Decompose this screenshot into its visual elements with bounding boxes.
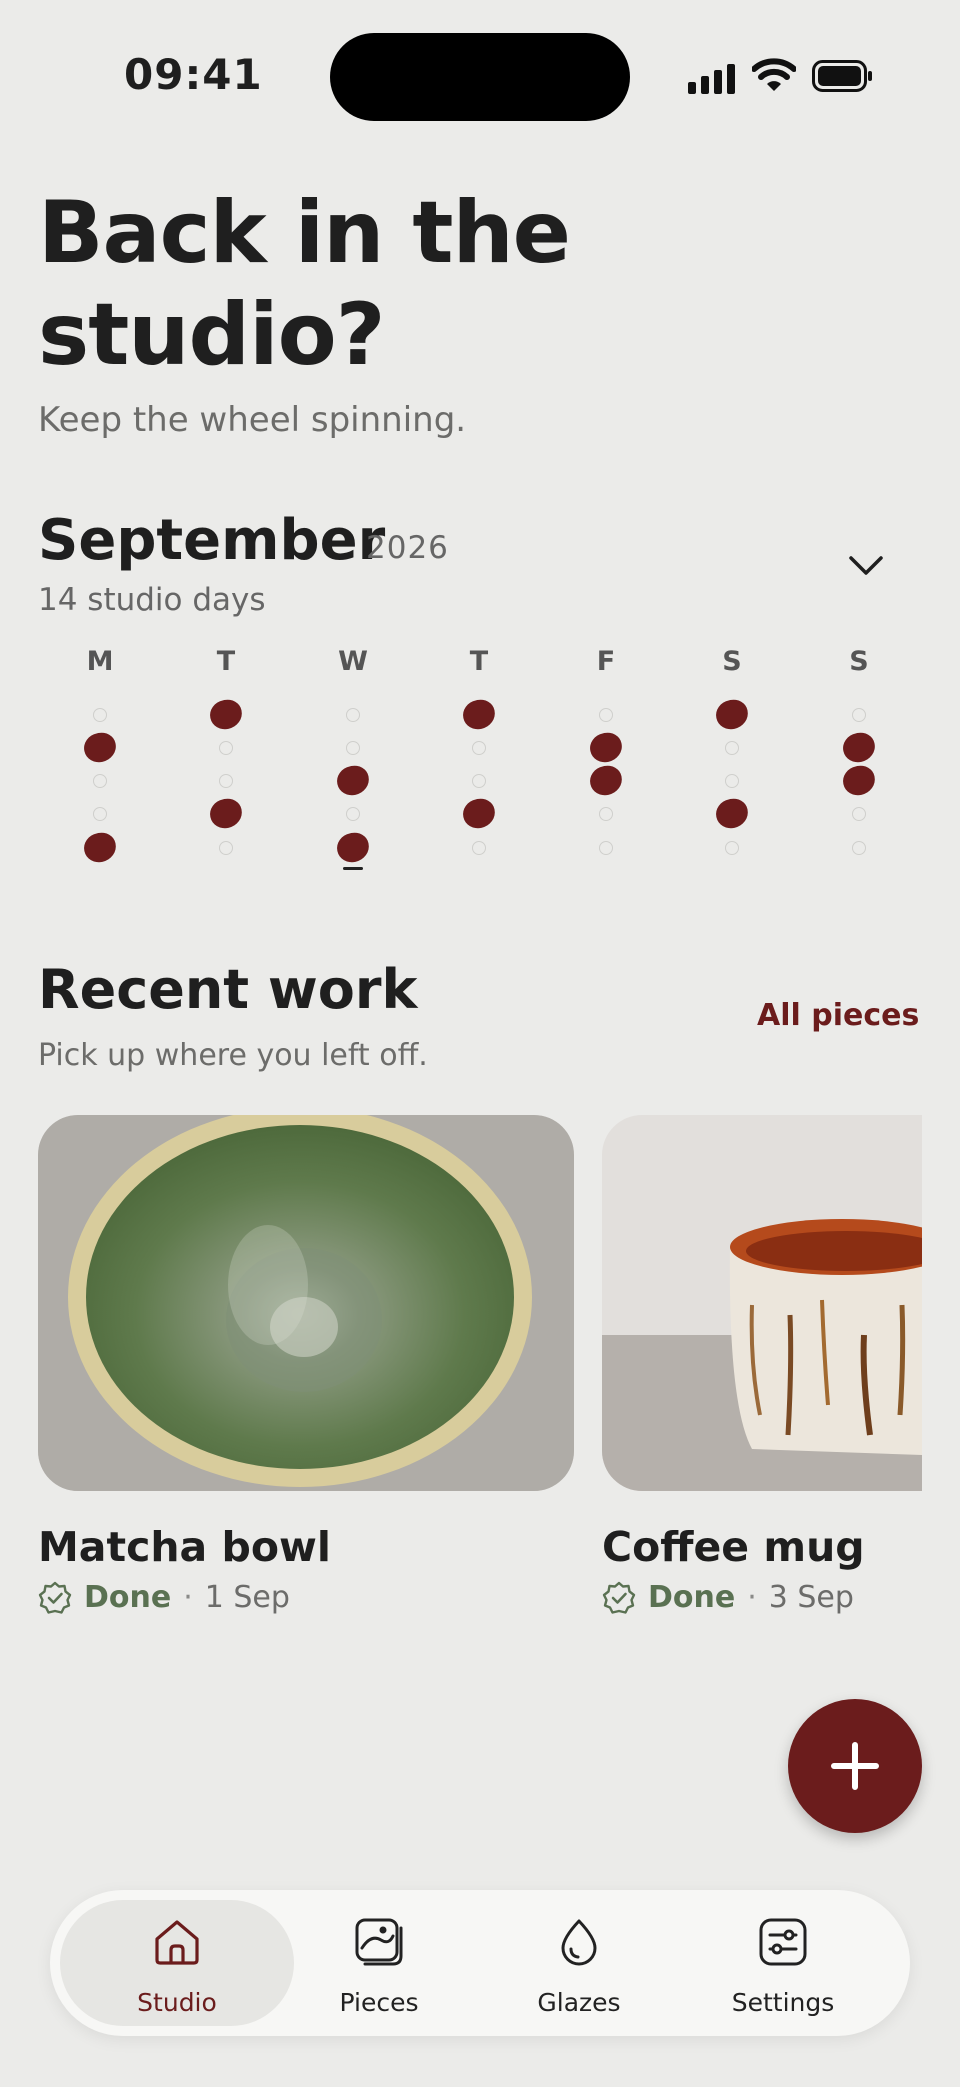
calendar-column: T [166,640,286,880]
piece-date: 1 Sep [204,1580,290,1615]
piece-status: Done · 1 Sep [38,1580,290,1615]
calendar-column: F [546,640,666,880]
empty-day-dot[interactable] [725,741,739,755]
page-subtitle: Keep the wheel spinning. [38,400,467,440]
piece-photo [602,1115,922,1491]
tab-label: Pieces [339,1988,419,2017]
piece-status: Done · 3 Sep [602,1580,854,1615]
battery-icon [812,60,872,92]
studio-day-marker[interactable] [207,795,245,832]
drop-icon [561,1919,597,1966]
empty-day-dot[interactable] [93,807,107,821]
empty-day-dot[interactable] [219,774,233,788]
status-label: Done [84,1580,172,1615]
weekday-label: M [86,646,114,677]
weekday-label: S [849,646,869,677]
studio-day-marker[interactable] [713,795,751,832]
verified-check-icon [38,1581,72,1614]
studio-day-marker[interactable] [460,696,498,733]
piece-date: 3 Sep [768,1580,854,1615]
status-label: Done [648,1580,736,1615]
section-subtitle: Pick up where you left off. [38,1038,428,1073]
studio-day-marker[interactable] [713,696,751,733]
studio-days-count: 14 studio days [38,582,266,618]
weekday-label: F [596,646,616,677]
weekday-label: S [722,646,742,677]
empty-day-dot[interactable] [725,774,739,788]
sliders-icon [759,1918,807,1966]
piece-name: Matcha bowl [38,1523,331,1571]
tab-glazes[interactable]: Glazes [479,1890,679,2036]
chevron-down-icon[interactable] [846,545,886,585]
add-piece-button[interactable] [788,1699,922,1833]
studio-day-marker[interactable] [81,829,119,866]
separator-dot: · [747,1580,757,1615]
empty-day-dot[interactable] [346,807,360,821]
piece-name: Coffee mug [602,1523,865,1571]
studio-day-marker[interactable] [334,762,372,799]
tab-label: Settings [731,1988,835,2017]
calendar-column: M [40,640,160,880]
empty-day-dot[interactable] [346,741,360,755]
weekday-label: T [469,646,489,677]
studio-day-marker[interactable] [587,729,625,766]
studio-day-marker[interactable] [840,762,878,799]
section-title: Recent work [38,958,418,1021]
calendar-column: W [293,640,413,880]
weekday-label: T [216,646,236,677]
empty-day-dot[interactable] [93,774,107,788]
piece-photo [38,1115,574,1491]
empty-day-dot[interactable] [852,841,866,855]
studio-day-marker[interactable] [840,729,878,766]
piece-card[interactable]: Matcha bowl Done · 1 Sep [38,1115,574,1635]
empty-day-dot[interactable] [219,741,233,755]
studio-day-marker[interactable] [460,795,498,832]
piece-card[interactable]: Coffee mug Done · 3 Sep [602,1115,922,1635]
weekday-label: W [338,646,368,677]
empty-day-dot[interactable] [93,708,107,722]
separator-dot: · [183,1580,193,1615]
empty-day-dot[interactable] [599,708,613,722]
pieces-icon [355,1918,403,1966]
today-indicator [343,867,363,870]
tab-studio[interactable]: Studio [77,1890,277,2036]
studio-day-marker[interactable] [207,696,245,733]
signal-icon [688,60,736,94]
empty-day-dot[interactable] [852,708,866,722]
empty-day-dot[interactable] [219,841,233,855]
studio-day-marker[interactable] [81,729,119,766]
calendar-column: S [799,640,919,880]
empty-day-dot[interactable] [472,841,486,855]
tab-settings[interactable]: Settings [683,1890,883,2036]
empty-day-dot[interactable] [472,774,486,788]
empty-day-dot[interactable] [346,708,360,722]
studio-calendar: MTWTFSS [40,640,880,880]
tab-bar: Studio Pieces Glazes Settings [50,1890,910,2036]
home-icon [155,1920,199,1965]
tab-label: Studio [137,1988,217,2017]
empty-day-dot[interactable] [472,741,486,755]
wifi-icon [752,58,796,91]
plus-icon [831,1742,879,1790]
page-title: Back in the studio? [38,183,571,385]
dynamic-island [330,33,630,121]
empty-day-dot[interactable] [725,841,739,855]
tab-label: Glazes [537,1988,621,2017]
studio-day-marker[interactable] [334,829,372,866]
empty-day-dot[interactable] [599,841,613,855]
studio-day-marker[interactable] [587,762,625,799]
calendar-month: September [38,508,386,573]
verified-check-icon [602,1581,636,1614]
empty-day-dot[interactable] [599,807,613,821]
calendar-column: T [419,640,539,880]
empty-day-dot[interactable] [852,807,866,821]
tab-pieces[interactable]: Pieces [279,1890,479,2036]
all-pieces-link[interactable]: All pieces [757,998,919,1033]
status-time: 09:41 [124,50,263,99]
calendar-column: S [672,640,792,880]
calendar-year: 2026 [366,530,449,566]
